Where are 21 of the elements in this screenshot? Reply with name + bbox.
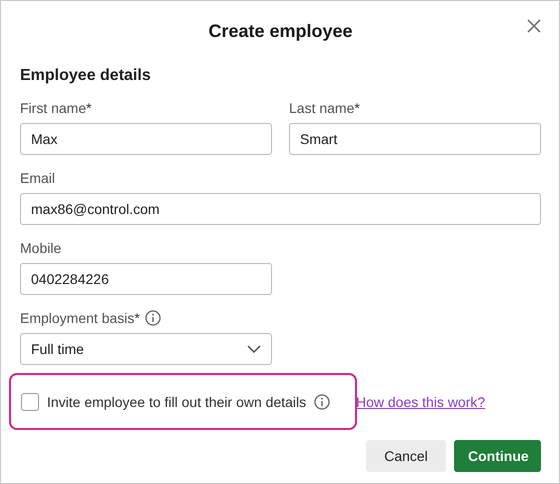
info-icon[interactable] xyxy=(144,310,161,326)
field-label: Email xyxy=(20,170,56,186)
field-label: Mobile xyxy=(20,240,62,256)
checkbox-label: Invite employee to fill out their own details xyxy=(47,394,306,410)
dialog-title: Create employee xyxy=(208,20,353,42)
field-label: Last name* xyxy=(289,100,360,116)
field-label: Employment basis* xyxy=(20,310,140,326)
info-icon[interactable] xyxy=(314,394,330,410)
continue-button[interactable]: Continue xyxy=(454,440,541,472)
close-icon[interactable] xyxy=(527,19,541,33)
input-field[interactable]: 0402284226 xyxy=(20,263,272,295)
input-field[interactable]: max86@control.com xyxy=(20,193,541,225)
cancel-button[interactable]: Cancel xyxy=(366,440,446,472)
checkbox[interactable] xyxy=(21,392,39,410)
input-field[interactable]: Smart xyxy=(289,123,541,155)
chevron-icon xyxy=(247,345,261,353)
select-field[interactable]: Full time xyxy=(20,333,272,365)
input-field[interactable]: Max xyxy=(20,123,272,155)
section-title: Employee details xyxy=(20,67,152,85)
field-label: First name* xyxy=(20,100,92,116)
help-link[interactable]: How does this work? xyxy=(356,394,486,410)
